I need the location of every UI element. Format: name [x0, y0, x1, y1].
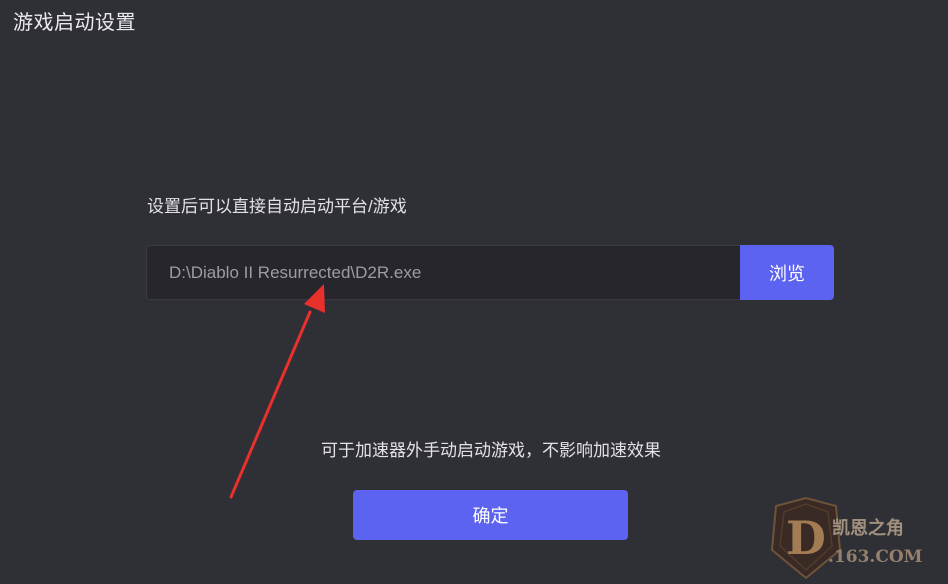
confirm-button[interactable]: 确定 — [353, 490, 628, 540]
path-picker: 浏览 — [146, 245, 834, 300]
watermark-shield — [770, 496, 842, 580]
watermark-site-name: 凯恩之角 — [832, 517, 904, 539]
arrow-shaft — [229, 310, 312, 499]
dialog-title: 游戏启动设置 — [13, 12, 136, 34]
site-watermark: D 凯恩之角 .163.COM — [770, 496, 923, 580]
watermark-domain: .163.COM — [828, 547, 923, 567]
manual-launch-note: 可于加速器外手动启动游戏，不影响加速效果 — [321, 441, 661, 460]
launch-hint-label: 设置后可以直接自动启动平台/游戏 — [147, 197, 407, 216]
browse-button[interactable]: 浏览 — [740, 245, 834, 300]
watermark-logo-letter: D — [786, 511, 826, 565]
game-path-input[interactable] — [146, 245, 740, 300]
